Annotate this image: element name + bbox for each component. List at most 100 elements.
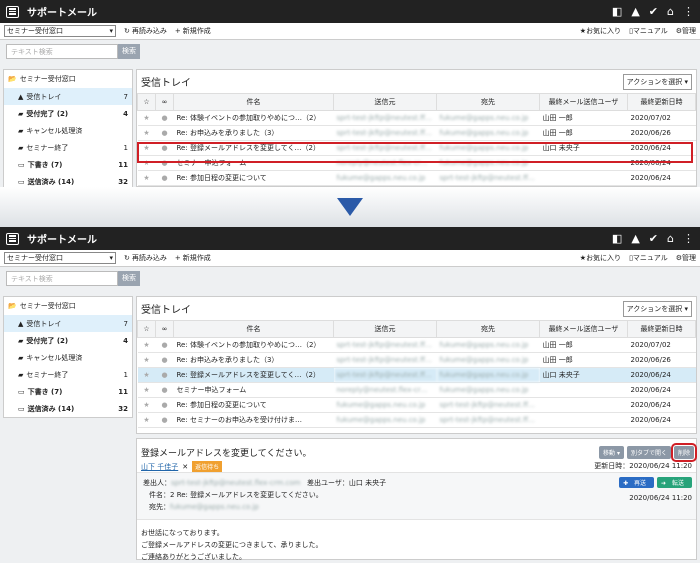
folder-icon: 📂	[8, 75, 17, 83]
watch-header-icon[interactable]: ∞	[155, 93, 174, 111]
forward-button[interactable]: ➜ 転送	[657, 477, 692, 488]
table-row[interactable]: ★ ● Re: 参加日程の変更について fukume@gapps.neu.co.jp s…	[137, 397, 696, 413]
action-select[interactable]: アクションを選択 ▾	[622, 300, 692, 317]
refresh-icon: ↻	[124, 254, 130, 262]
star-icon[interactable]: ★	[137, 412, 156, 428]
star-header-icon[interactable]: ☆	[137, 93, 156, 111]
table-row[interactable]: ★ ● Re: 体験イベントの参加取りやめにつ…（2） sprt-test-jkftp…	[137, 337, 696, 353]
check-icon[interactable]: ✔	[649, 5, 658, 18]
col-to[interactable]: 宛先	[436, 93, 540, 111]
manual-button[interactable]: ▯マニュアル	[629, 26, 668, 36]
table-row[interactable]: ★ ● Re: お申込みを承りました（3） sprt-test-jkftp@neute…	[137, 125, 696, 141]
star-icon[interactable]: ★	[137, 397, 156, 413]
status-badge[interactable]: 返信待ち	[192, 461, 223, 472]
mail-table: ☆ ∞ 件名 送信元 宛先 最終メール送信ユーザ 最終更新日時 ★ ● Re: 体験イベントの参…	[137, 93, 696, 186]
sidebar-item-completed[interactable]: ▰ 受付完了 (2) 4	[4, 332, 132, 349]
col-from[interactable]: 送信元	[333, 93, 437, 111]
table-row-selected[interactable]: ★ ● Re: 登録メールアドレスを変更してく…（2） sprt-test-jkftp…	[137, 367, 696, 383]
sidebar-item-sent[interactable]: ▭ 送信済み (14) 32	[4, 173, 132, 187]
resend-button[interactable]: ✚ 再送	[619, 477, 655, 488]
sidebar-item-cancelled[interactable]: ▰ キャンセル処理済	[4, 349, 132, 366]
check-icon[interactable]: ✔	[649, 232, 658, 245]
more-vert-icon[interactable]: ⋮	[683, 5, 694, 18]
star-icon[interactable]: ★	[137, 337, 156, 353]
sidebar-root[interactable]: 📂 セミナー受付窓口	[4, 297, 132, 315]
star-icon[interactable]: ★	[137, 170, 156, 186]
search-input[interactable]: テキスト検索	[6, 43, 118, 59]
search-button[interactable]: 検索	[118, 43, 140, 59]
hamburger-menu-icon[interactable]	[6, 5, 19, 18]
draft-icon: ▭	[18, 387, 25, 396]
sidebar-item-inbox[interactable]: ▲ 受信トレイ 7	[4, 315, 132, 332]
bell-icon[interactable]: ▲	[631, 5, 639, 18]
sidebar-item-drafts[interactable]: ▭ 下書き (7) 11	[4, 383, 132, 400]
bookmark-icon[interactable]: ◧	[612, 5, 622, 18]
more-vert-icon[interactable]: ⋮	[683, 232, 694, 245]
dot-icon: ●	[155, 382, 174, 398]
col-from[interactable]: 送信元	[333, 320, 437, 338]
table-row[interactable]: ★ ● Re: お申込みを承りました（3） sprt-test-jkftp@neute…	[137, 352, 696, 368]
admin-button[interactable]: ⚙管理	[676, 253, 696, 263]
search-input[interactable]: テキスト検索	[6, 270, 118, 286]
sidebar-item-drafts[interactable]: ▭ 下書き (7) 11	[4, 156, 132, 173]
mail-list-panel: 受信トレイ アクションを選択 ▾ ☆ ∞ 件名 送信元 宛先 最終メール送信ユーザ 最終更新日…	[136, 296, 697, 434]
favorite-button[interactable]: ★お気に入り	[580, 253, 621, 263]
favorite-button[interactable]: ★お気に入り	[580, 26, 621, 36]
bell-icon[interactable]: ▲	[631, 232, 639, 245]
sidebar-item-completed[interactable]: ▰ 受付完了 (2) 4	[4, 105, 132, 122]
watch-header-icon[interactable]: ∞	[155, 320, 174, 338]
folder-icon: 📂	[8, 302, 17, 310]
plus-icon: +	[174, 27, 181, 35]
step-divider	[0, 187, 700, 227]
col-to[interactable]: 宛先	[436, 320, 540, 338]
star-icon[interactable]: ★	[137, 352, 156, 368]
bookmark-icon[interactable]: ◧	[612, 232, 622, 245]
admin-button[interactable]: ⚙管理	[676, 26, 696, 36]
sidebar-root[interactable]: 📂 セミナー受付窓口	[4, 70, 132, 88]
col-date[interactable]: 最終更新日時	[627, 93, 696, 111]
reload-button[interactable]: ↻ 再読み込み	[124, 253, 167, 263]
folder-icon: ▰	[18, 353, 24, 362]
manual-button[interactable]: ▯マニュアル	[629, 253, 668, 263]
reload-button[interactable]: ↻ 再読み込み	[124, 26, 167, 36]
col-subject[interactable]: 件名	[173, 93, 334, 111]
col-date[interactable]: 最終更新日時	[627, 320, 696, 338]
folder-icon: ▰	[18, 143, 24, 152]
table-row[interactable]: ★ ● Re: 体験イベントの参加取りやめにつ…（2） sprt-test-jkftp…	[137, 110, 696, 126]
table-row[interactable]: ★ ● セミナー申込フォーム noreply@neutest.flex-crm.com…	[137, 382, 696, 398]
sent-icon: ▭	[18, 177, 25, 186]
home-icon[interactable]: ⌂	[667, 232, 674, 245]
new-button[interactable]: + 新規作成	[175, 253, 211, 263]
home-icon[interactable]: ⌂	[667, 5, 674, 18]
assignee-link[interactable]: 山下 千佳子	[141, 462, 178, 472]
star-icon[interactable]: ★	[137, 125, 156, 141]
move-button[interactable]: 移動 ▾	[599, 446, 624, 459]
table-row[interactable]: ★ ● Re: セミナーのお申込みを受け付けま… fukume@gapps.neu.c…	[137, 412, 696, 428]
sidebar-item-seminar-end[interactable]: ▰ セミナー終了 1	[4, 366, 132, 383]
new-button[interactable]: + 新規作成	[175, 26, 211, 36]
delete-button[interactable]: 削除	[670, 443, 698, 462]
sidebar-item-inbox[interactable]: ▲ 受信トレイ 7	[4, 88, 132, 105]
action-select[interactable]: アクションを選択 ▾	[622, 73, 692, 90]
col-user[interactable]: 最終メール送信ユーザ	[539, 320, 628, 338]
star-icon[interactable]: ★	[137, 367, 156, 383]
close-icon[interactable]: ✕	[182, 463, 188, 471]
col-subject[interactable]: 件名	[173, 320, 334, 338]
star-icon[interactable]: ★	[137, 382, 156, 398]
sidebar-item-seminar-end[interactable]: ▰ セミナー終了 1	[4, 139, 132, 156]
inbox-icon: ▲	[18, 92, 24, 101]
inbox-icon: ▲	[18, 319, 24, 328]
sidebar-item-sent[interactable]: ▭ 送信済み (14) 32	[4, 400, 132, 417]
star-icon[interactable]: ★	[137, 110, 156, 126]
star-header-icon[interactable]: ☆	[137, 320, 156, 338]
mailbox-select[interactable]: セミナー受付窓口 ▾	[4, 25, 116, 37]
hamburger-menu-icon[interactable]	[6, 232, 19, 245]
dot-icon: ●	[155, 337, 174, 353]
mailbox-select[interactable]: セミナー受付窓口 ▾	[4, 252, 116, 264]
search-button[interactable]: 検索	[118, 270, 140, 286]
sidebar-item-cancelled[interactable]: ▰ キャンセル処理済	[4, 122, 132, 139]
table-row[interactable]: ★ ● Re: 参加日程の変更について fukume@gapps.neu.co.jp s…	[137, 170, 696, 186]
col-user[interactable]: 最終メール送信ユーザ	[539, 93, 628, 111]
dot-icon: ●	[155, 367, 174, 383]
open-tab-button[interactable]: 別タブで開く	[626, 446, 671, 459]
